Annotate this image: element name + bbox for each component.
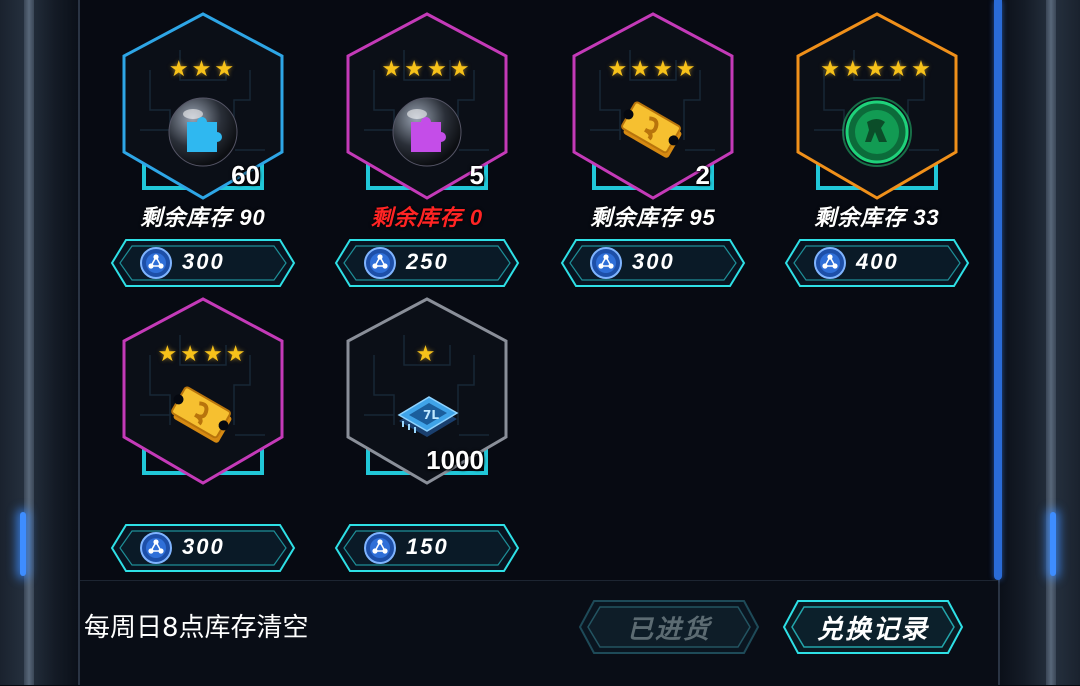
item-quantity: 5 [469,160,484,190]
price-label: 300 [182,249,225,274]
buy-button[interactable]: 300 [560,237,746,289]
price-label: 150 [406,534,449,559]
currency-icon [140,247,172,279]
shop-item[interactable]: ★ 7L 1000 150 [334,295,520,585]
svg-text:7L: 7L [423,408,439,422]
left-frame [0,0,78,685]
item-quantity: 60 [231,160,260,190]
item-frame[interactable]: ★★★ 60 [110,10,296,200]
shop-item[interactable]: ★★★★ 5 剩余库存 0 250 [334,10,520,300]
restocked-button[interactable]: 已进货 [576,597,762,657]
price-label: 250 [406,249,449,274]
gold-ticket-icon [613,92,693,172]
item-frame[interactable]: ★★★★ [110,295,296,485]
rarity-stars: ★★★★ [381,57,473,82]
restocked-label: 已进货 [626,615,711,645]
buy-button[interactable]: 300 [110,522,296,574]
right-frame [1000,0,1080,685]
price-label: 300 [182,534,225,559]
remaining-stock: 剩余库存 0 [370,205,484,230]
price-label: 300 [632,249,675,274]
item-frame[interactable]: ★★★★ 2 [560,10,746,200]
remaining-stock: 剩余库存 95 [590,205,716,230]
remaining-stock: 剩余库存 90 [140,205,266,230]
buy-button[interactable]: 150 [334,522,520,574]
gold-ticket-icon [163,377,243,457]
scrollbar[interactable] [994,0,1002,580]
purple-puzzle-orb-icon [387,92,467,172]
item-quantity: 2 [695,160,710,190]
right-frame-light [1050,512,1056,576]
rarity-stars: ★★★★ [157,342,249,367]
currency-icon [140,532,172,564]
rarity-stars: ★ [415,342,439,367]
exchange-history-button[interactable]: 兑换记录 [780,597,966,657]
currency-icon [364,247,396,279]
currency-icon [814,247,846,279]
exchange-history-label: 兑换记录 [816,615,929,645]
buy-button[interactable]: 400 [784,237,970,289]
shop-item[interactable]: ★★★★★ 剩余库存 33 400 [784,10,970,300]
reset-notice: 每周日8点库存清空 [84,613,309,643]
rarity-stars: ★★★★★ [820,57,934,82]
buy-button[interactable]: 300 [110,237,296,289]
rarity-stars: ★★★★ [607,57,699,82]
shop-item[interactable]: ★★★ 60 剩余库存 90 300 [110,10,296,300]
buy-button[interactable]: 250 [334,237,520,289]
item-frame[interactable]: ★ 7L 1000 [334,295,520,485]
shop-item[interactable]: ★★★★ 300 [110,295,296,585]
shop-item[interactable]: ★★★★ 2 剩余库存 95 300 [560,10,746,300]
item-frame[interactable]: ★★★★★ [784,10,970,200]
item-frame[interactable]: ★★★★ 5 [334,10,520,200]
item-quantity: 1000 [426,445,484,475]
currency-icon [364,532,396,564]
price-label: 400 [856,249,899,274]
left-frame-light [20,512,26,576]
rarity-stars: ★★★ [168,57,238,82]
remaining-stock: 剩余库存 33 [814,205,940,230]
currency-icon [590,247,622,279]
green-medal-icon [837,92,917,172]
